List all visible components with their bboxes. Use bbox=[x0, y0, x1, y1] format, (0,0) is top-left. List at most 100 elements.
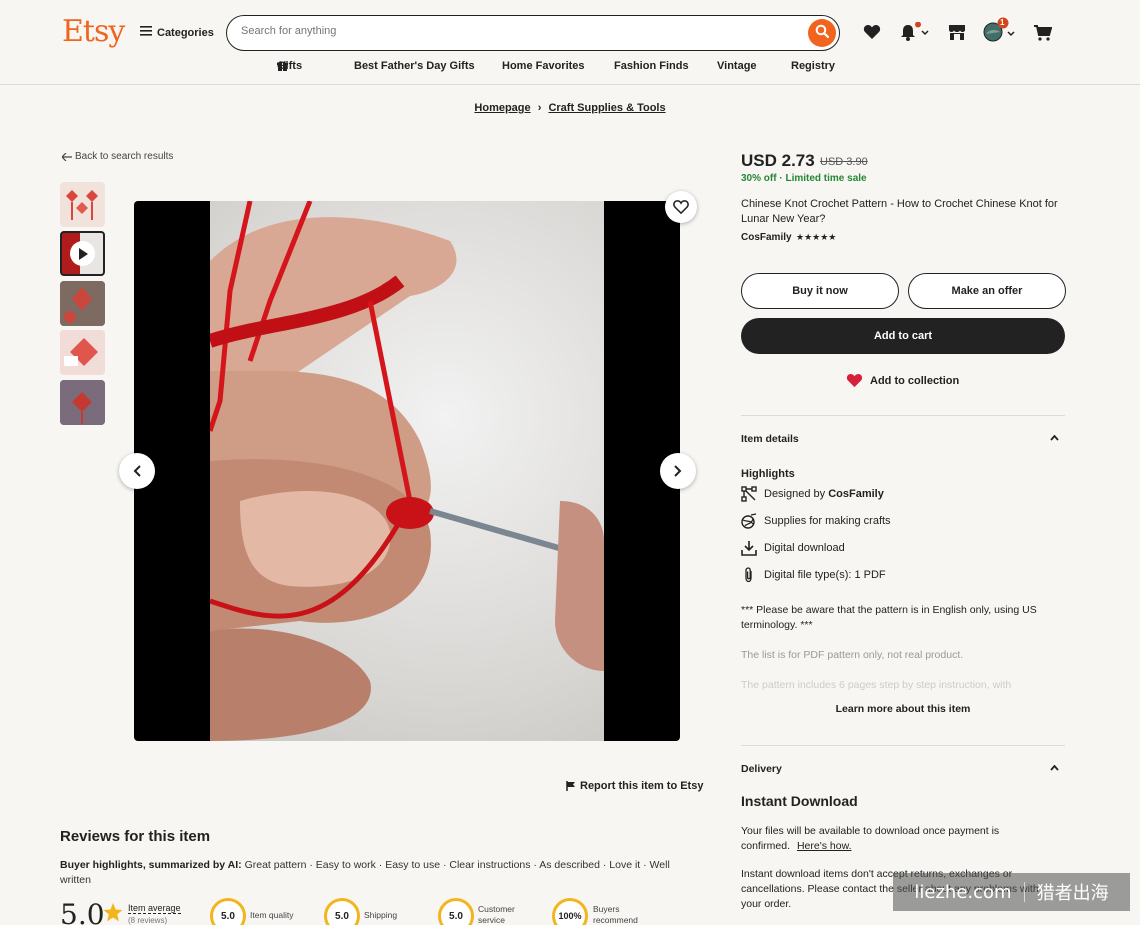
top-header: Etsy Categories Search for anything 1 Gi… bbox=[0, 0, 1140, 85]
average-rating: 5.0 bbox=[60, 898, 105, 925]
item-description-note: *** Please be aware that the pattern is … bbox=[741, 604, 1037, 631]
shipping-badge: 5.0 bbox=[324, 898, 360, 925]
heres-how-link[interactable]: Here's how. bbox=[797, 840, 852, 852]
next-image-button[interactable] bbox=[660, 453, 696, 489]
item-details-heading[interactable]: Item details bbox=[741, 433, 799, 445]
add-to-collection-button[interactable]: Add to collection bbox=[846, 373, 959, 388]
delivery-heading[interactable]: Delivery bbox=[741, 763, 782, 775]
thumbnail-4[interactable] bbox=[60, 330, 105, 375]
highlight-designed-by: Designed by CosFamily bbox=[741, 486, 884, 502]
search-input[interactable] bbox=[241, 25, 801, 37]
chevron-up-icon[interactable] bbox=[1050, 433, 1059, 444]
discount-label: 30% off bbox=[741, 173, 777, 184]
shop-name-link[interactable]: CosFamily bbox=[741, 232, 792, 243]
customer-service-badge: 5.0 bbox=[438, 898, 474, 925]
breadcrumb-home[interactable]: Homepage bbox=[474, 102, 530, 114]
delivery-files-text: Your files will be available to download… bbox=[741, 825, 1000, 852]
breadcrumb: Homepage › Craft Supplies & Tools bbox=[0, 102, 1140, 114]
chevron-left-icon bbox=[133, 465, 141, 477]
favorite-item-button[interactable] bbox=[665, 191, 697, 223]
categories-label: Categories bbox=[157, 26, 214, 39]
customer-service-label: Customer service bbox=[478, 904, 515, 925]
nav-fashion-finds[interactable]: Fashion Finds bbox=[614, 60, 689, 72]
highlight-digital-download: Digital download bbox=[741, 540, 845, 556]
nav-home-favorites[interactable]: Home Favorites bbox=[502, 60, 585, 72]
reviews-heading: Reviews for this item bbox=[60, 828, 211, 845]
flag-icon bbox=[566, 781, 575, 791]
previous-image-button[interactable] bbox=[119, 453, 155, 489]
video-frame bbox=[207, 201, 605, 741]
supplies-icon bbox=[741, 513, 757, 529]
ai-summary: Buyer highlights, summarized by AI: Grea… bbox=[60, 858, 690, 888]
cart-icon bbox=[1034, 25, 1053, 41]
sale-separator: · bbox=[779, 173, 783, 184]
shipping-label: Shipping bbox=[364, 910, 398, 920]
thumbnail-image bbox=[60, 281, 105, 326]
notifications-button[interactable] bbox=[899, 21, 931, 47]
original-price: USD 3.90 bbox=[820, 156, 868, 168]
heart-icon bbox=[846, 373, 863, 388]
divider bbox=[741, 415, 1065, 416]
review-count: (8 reviews) bbox=[128, 916, 168, 925]
favorites-button[interactable] bbox=[863, 24, 881, 45]
star-icon bbox=[103, 903, 123, 925]
shop-manager-button[interactable] bbox=[948, 24, 966, 46]
main-product-media[interactable] bbox=[134, 201, 680, 741]
play-icon bbox=[70, 241, 95, 266]
item-description-faded: The pattern includes 6 pages step by ste… bbox=[741, 679, 1012, 691]
make-offer-button[interactable]: Make an offer bbox=[908, 273, 1066, 309]
watermark-separator bbox=[1023, 882, 1025, 902]
designer-shop-link[interactable]: CosFamily bbox=[828, 488, 884, 500]
buy-now-button[interactable]: Buy it now bbox=[741, 273, 899, 309]
search-button[interactable] bbox=[808, 19, 836, 47]
current-price: USD 2.73 bbox=[741, 151, 815, 170]
chevron-right-icon bbox=[674, 465, 682, 477]
hamburger-icon bbox=[140, 26, 152, 39]
item-quality-label: Item quality bbox=[250, 910, 294, 920]
bell-icon bbox=[901, 21, 929, 41]
categories-button[interactable]: Categories bbox=[140, 26, 214, 39]
cart-button[interactable] bbox=[1034, 25, 1053, 46]
shop-rating-stars: ★★★★★ bbox=[796, 232, 837, 242]
item-description-line: The list is for PDF pattern only, not re… bbox=[741, 649, 964, 661]
thumbnail-3[interactable] bbox=[60, 281, 105, 326]
search-bar bbox=[226, 15, 840, 51]
learn-more-button[interactable]: Learn more about this item bbox=[741, 703, 1065, 715]
highlight-supplies: Supplies for making crafts bbox=[741, 513, 891, 529]
buyers-recommend-label: Buyers recommend bbox=[593, 904, 638, 925]
account-button[interactable]: 1 bbox=[983, 17, 1017, 48]
etsy-logo[interactable]: Etsy bbox=[62, 14, 125, 49]
heart-icon bbox=[863, 25, 881, 39]
thumbnail-5[interactable] bbox=[60, 380, 105, 425]
download-icon bbox=[741, 541, 757, 556]
notification-count-badge: 1 bbox=[1000, 18, 1005, 27]
nav-gifts[interactable]: Gifts bbox=[277, 60, 302, 72]
highlights-heading: Highlights bbox=[741, 468, 795, 480]
sale-info: 30% off · Limited time sale bbox=[741, 173, 867, 184]
shop-icon bbox=[949, 25, 965, 40]
ai-summary-label: Buyer highlights, summarized by AI: bbox=[60, 859, 242, 871]
heart-outline-icon bbox=[673, 200, 689, 214]
nav-registry[interactable]: Registry bbox=[791, 60, 835, 72]
search-icon bbox=[815, 24, 830, 43]
thumbnail-image bbox=[66, 190, 98, 220]
add-to-cart-button[interactable]: Add to cart bbox=[741, 318, 1065, 354]
item-average-label[interactable]: Item average bbox=[128, 903, 181, 914]
chevron-up-icon[interactable] bbox=[1050, 763, 1059, 774]
paperclip-icon bbox=[745, 567, 752, 583]
product-title: Chinese Knot Crochet Pattern - How to Cr… bbox=[741, 198, 1058, 225]
thumbnail-video[interactable] bbox=[60, 231, 105, 276]
watermark-left: liezhe.com bbox=[914, 881, 1012, 903]
report-item-link[interactable]: Report this item to Etsy bbox=[566, 780, 703, 792]
instant-download-title: Instant Download bbox=[741, 793, 858, 809]
highlight-file-type: Digital file type(s): 1 PDF bbox=[741, 567, 886, 583]
nav-fathers-day[interactable]: Best Father's Day Gifts bbox=[354, 60, 475, 72]
designer-icon bbox=[741, 486, 757, 502]
item-quality-badge: 5.0 bbox=[210, 898, 246, 925]
limited-sale-label: Limited time sale bbox=[785, 173, 867, 184]
buyers-recommend-badge: 100% bbox=[552, 898, 588, 925]
nav-vintage[interactable]: Vintage bbox=[717, 60, 757, 72]
thumbnail-1[interactable] bbox=[60, 182, 105, 227]
breadcrumb-category[interactable]: Craft Supplies & Tools bbox=[548, 102, 665, 114]
back-to-results-link[interactable]: Back to search results bbox=[62, 151, 173, 162]
